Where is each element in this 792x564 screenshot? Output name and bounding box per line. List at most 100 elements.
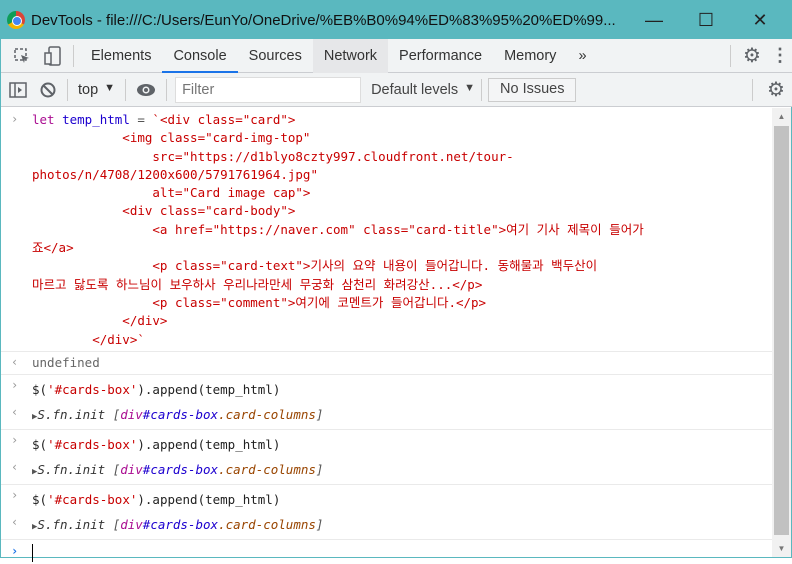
tab-network[interactable]: Network: [312, 38, 389, 73]
variable: temp_html: [62, 112, 130, 127]
text-cursor: [32, 544, 33, 563]
result-id: #cards-box: [142, 407, 219, 423]
code-line: src="https://d1blyo8czty997.cloudfront.n…: [32, 148, 514, 164]
log-levels-value: Default levels: [371, 81, 459, 98]
console-command-entry: › $('#cards-box').append(temp_html) ‹ ▶S…: [1, 485, 773, 541]
dropdown-arrow-icon: ▼: [464, 81, 475, 94]
input-chevron-icon: ›: [11, 112, 19, 126]
chrome-logo-icon: [7, 11, 25, 29]
scroll-down-icon[interactable]: ▼: [772, 544, 791, 553]
result-class: .card-columns: [218, 517, 316, 533]
result-tag: div: [120, 517, 143, 533]
panel-tabs: Elements Console Sources Network Perform…: [1, 38, 792, 73]
more-options-icon[interactable]: ⋮: [767, 45, 792, 66]
result-constructor: S.fn.init: [37, 517, 113, 533]
result-arrow-icon: ‹: [11, 405, 19, 420]
code-line: </div>`: [32, 331, 145, 347]
tab-memory[interactable]: Memory: [493, 39, 567, 73]
string-literal: '#cards-box': [47, 437, 138, 453]
result-id: #cards-box: [142, 517, 219, 533]
code-line: </div>: [32, 313, 168, 329]
result-object[interactable]: ▶S.fn.init [div#cards-box.card-columns]: [32, 512, 773, 537]
console-toolbar: top ▼ Default levels ▼ No Issues ⚙: [1, 73, 792, 107]
keyword: let: [32, 112, 55, 127]
result-object[interactable]: ▶S.fn.init [div#cards-box.card-columns]: [32, 457, 773, 482]
divider: [67, 78, 68, 101]
tab-performance[interactable]: Performance: [388, 39, 493, 73]
console-input-entry: › let temp_html = `<div class="card"> <i…: [1, 108, 773, 352]
result-tag: div: [120, 462, 143, 478]
prompt-chevron-icon: ›: [11, 544, 19, 559]
code-line: 죠</a>: [32, 240, 74, 256]
show-sidebar-icon[interactable]: [1, 81, 35, 98]
dropdown-arrow-icon: ▼: [104, 81, 116, 94]
string-literal: '#cards-box': [47, 382, 138, 398]
result-constructor: S.fn.init: [37, 407, 113, 423]
more-tabs-button[interactable]: »: [567, 39, 597, 73]
result-constructor: S.fn.init: [37, 462, 113, 478]
clear-console-icon[interactable]: [35, 82, 61, 98]
settings-gear-icon[interactable]: ⚙: [737, 43, 767, 68]
divider: [481, 78, 482, 101]
console-command-entry: › $('#cards-box').append(temp_html) ‹ ▶S…: [1, 375, 773, 431]
device-toolbar-icon[interactable]: [39, 45, 67, 66]
divider: [166, 78, 168, 101]
result-id: #cards-box: [142, 462, 219, 478]
scrollbar[interactable]: ▲ ▼: [772, 108, 791, 557]
code: ).append(temp_html): [137, 437, 281, 453]
code: $(: [32, 492, 48, 508]
input-chevron-icon: ›: [11, 433, 19, 448]
divider: [125, 78, 127, 101]
input-chevron-icon: ›: [11, 378, 19, 393]
code-line: photos/n/4708/1200x600/5791761964.jpg": [32, 166, 318, 182]
code: ).append(temp_html): [137, 492, 281, 508]
template-string: `<div class="card">: [152, 112, 296, 127]
context-selector[interactable]: top ▼: [74, 82, 119, 98]
close-button[interactable]: ✕: [737, 1, 783, 39]
string-literal: '#cards-box': [47, 492, 138, 508]
operator: =: [129, 112, 153, 127]
scroll-up-icon[interactable]: ▲: [772, 112, 791, 121]
divider: [730, 44, 731, 67]
code: ).append(temp_html): [137, 382, 281, 398]
inspect-element-icon[interactable]: [5, 47, 39, 65]
console-command-entry: › $('#cards-box').append(temp_html) ‹ ▶S…: [1, 430, 773, 486]
console-output[interactable]: › let temp_html = `<div class="card"> <i…: [1, 108, 773, 563]
code-line: <p class="comment">여기에 코멘트가 들어갑니다.</p>: [32, 294, 487, 310]
title-bar: DevTools - file:///C:/Users/EunYo/OneDri…: [1, 1, 792, 39]
minimize-button[interactable]: —: [631, 1, 677, 39]
console-result-entry: ‹ undefined: [1, 352, 773, 376]
code: $(: [32, 382, 48, 398]
issues-button[interactable]: No Issues: [488, 77, 577, 102]
window-title: DevTools - file:///C:/Users/EunYo/OneDri…: [31, 11, 616, 29]
code: $(: [32, 437, 48, 453]
result-arrow-icon: ‹: [11, 460, 19, 475]
tab-console[interactable]: Console: [162, 39, 238, 73]
result-class: .card-columns: [218, 462, 316, 478]
divider: [73, 44, 74, 67]
scrollbar-thumb[interactable]: [774, 126, 789, 535]
code-line: <a href="https://naver.com" class="card-…: [32, 221, 644, 237]
code-line: <div class="card-body">: [32, 203, 296, 219]
code-line: <p class="card-text">기사의 요약 내용이 들어갑니다. 동…: [32, 258, 598, 274]
tab-elements[interactable]: Elements: [80, 39, 162, 73]
result-arrow-icon: ‹: [11, 354, 19, 369]
input-chevron-icon: ›: [11, 488, 19, 503]
console-settings-gear-icon[interactable]: ⚙: [759, 77, 792, 102]
result-class: .card-columns: [218, 407, 316, 423]
context-value: top: [78, 81, 99, 98]
code-line: alt="Card image cap">: [32, 185, 311, 201]
result-arrow-icon: ‹: [11, 515, 19, 530]
log-levels-dropdown[interactable]: Default levels ▼: [371, 82, 475, 98]
result-object[interactable]: ▶S.fn.init [div#cards-box.card-columns]: [32, 402, 773, 427]
result-value: undefined: [32, 354, 100, 370]
code-line: <img class="card-img-top": [32, 130, 311, 146]
result-tag: div: [120, 407, 143, 423]
console-prompt[interactable]: ›: [1, 540, 773, 564]
code-line: 마르고 닳도록 하느님이 보우하사 우리나라만세 무궁화 삼천리 화려강산...…: [32, 276, 483, 292]
filter-input[interactable]: [175, 76, 362, 103]
tab-sources[interactable]: Sources: [238, 39, 313, 73]
live-expression-eye-icon[interactable]: [132, 83, 160, 97]
maximize-button[interactable]: ☐: [683, 1, 729, 39]
divider: [752, 78, 753, 101]
